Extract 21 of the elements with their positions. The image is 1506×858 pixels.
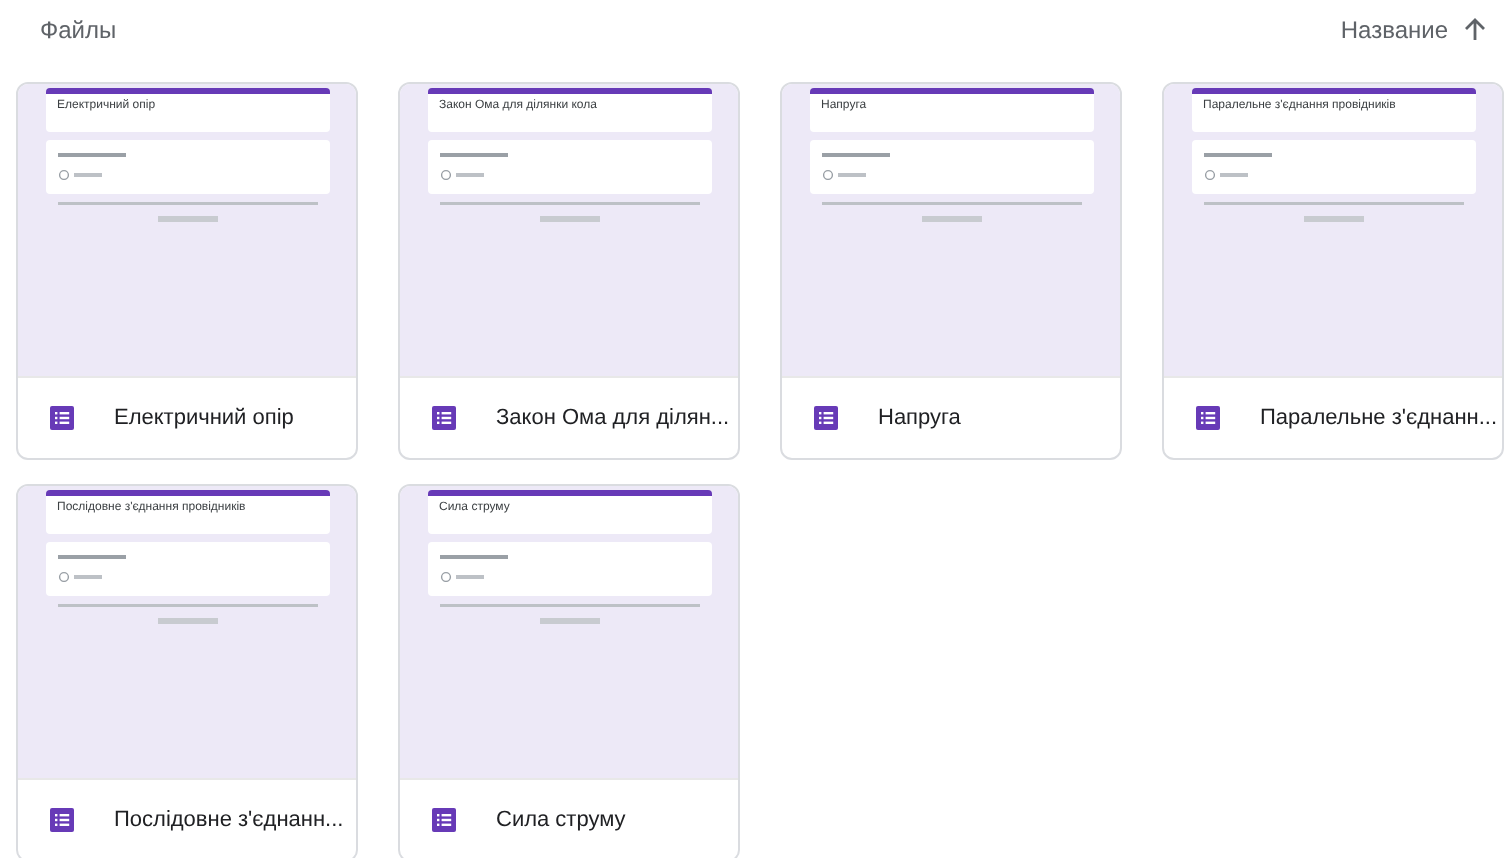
file-name: Закон Ома для ділян... [496, 406, 730, 430]
forms-icon [432, 808, 456, 832]
forms-icon [432, 406, 456, 430]
question-preview-drawing [439, 554, 507, 582]
file-name: Напруга [878, 406, 961, 430]
sort-arrow-icon[interactable] [1464, 18, 1486, 42]
question-preview-drawing [57, 152, 125, 180]
file-name: Сила струму [496, 808, 626, 832]
section-title: Файлы [40, 16, 117, 44]
question-preview-drawing [1203, 152, 1271, 180]
forms-icon [50, 808, 74, 832]
file-name: Електричний опір [114, 406, 294, 430]
forms-icon [814, 406, 838, 430]
sort-label[interactable]: Название [1340, 16, 1448, 44]
forms-icon [50, 406, 74, 430]
forms-icon [1196, 406, 1220, 430]
question-preview-drawing [57, 554, 125, 582]
file-name: Паралельне з'єднанн... [1260, 406, 1498, 430]
question-preview-drawing [821, 152, 889, 180]
file-name: Послідовне з'єднанн... [114, 808, 344, 832]
question-preview-drawing [439, 152, 507, 180]
